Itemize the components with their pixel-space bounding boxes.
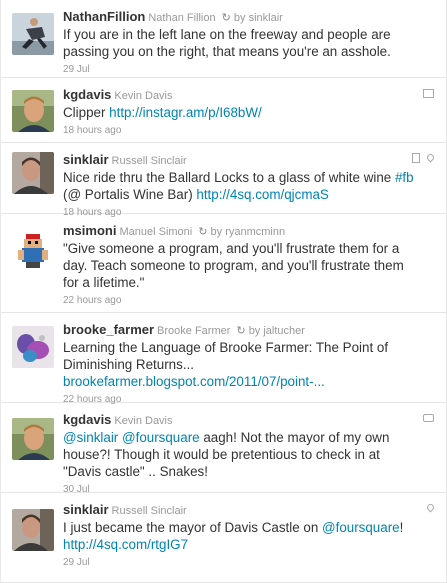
username-link[interactable]: kgdavis bbox=[63, 412, 111, 427]
tweet-header: kgdavis Kevin Davis bbox=[63, 412, 416, 429]
tweet-item[interactable]: sinklair Russell Sinclair I just became th… bbox=[1, 493, 446, 583]
retweeted-by-label[interactable]: by sinklair bbox=[234, 12, 283, 24]
tweet-header: kgdavis Kevin Davis bbox=[63, 87, 416, 104]
tweet-link[interactable]: #fb bbox=[395, 170, 414, 185]
avatar[interactable] bbox=[12, 90, 54, 132]
tweet-text: Learning the Language of Brooke Farmer: … bbox=[63, 340, 389, 389]
tweet-link[interactable]: @foursquare bbox=[122, 430, 200, 445]
retweeted-by-label[interactable]: by jaltucher bbox=[249, 325, 305, 337]
retweet-icon: ↻ bbox=[236, 325, 246, 337]
tweet-item[interactable]: brooke_farmer Brooke Farmer ↻ by jaltucher… bbox=[1, 313, 446, 405]
full-name: Manuel Simoni bbox=[119, 226, 193, 238]
timestamp[interactable]: 29 Jul bbox=[63, 556, 416, 570]
username-link[interactable]: sinklair bbox=[63, 152, 109, 167]
retweet-icon: ↻ bbox=[221, 12, 231, 24]
username-link[interactable]: msimoni bbox=[63, 223, 116, 238]
avatar[interactable] bbox=[12, 418, 54, 460]
tweet-link[interactable]: http://4sq.com/qjcmaS bbox=[196, 187, 328, 202]
location-pin-icon[interactable] bbox=[425, 152, 436, 163]
username-link[interactable]: sinklair bbox=[63, 502, 109, 517]
full-name: Kevin Davis bbox=[114, 90, 173, 102]
full-name: Russell Sinclair bbox=[111, 155, 187, 167]
tweet-item[interactable]: kgdavis Kevin Davis Clipper http://instagr… bbox=[1, 78, 446, 143]
avatar[interactable] bbox=[12, 152, 54, 194]
tweet-item[interactable]: sinklair Russell Sinclair Nice ride thru t… bbox=[1, 143, 446, 218]
retweet-icon: ↻ bbox=[198, 226, 208, 238]
document-icon[interactable] bbox=[412, 153, 420, 163]
tweet-link[interactable]: http://instagr.am/p/I68bW/ bbox=[109, 105, 262, 120]
tweet-text: @sinklair @foursquare aagh! Not the mayo… bbox=[63, 430, 390, 479]
tweet-link[interactable]: brookefarmer.blogspot.com/2011/07/point-… bbox=[63, 374, 325, 389]
avatar[interactable] bbox=[12, 509, 54, 551]
full-name: Russell Sinclair bbox=[111, 505, 187, 517]
tweet-actions bbox=[423, 88, 434, 98]
tweet-header: msimoni Manuel Simoni ↻ by ryanmcminn bbox=[63, 223, 416, 240]
full-name: Brooke Farmer bbox=[157, 325, 231, 337]
username-link[interactable]: NathanFillion bbox=[63, 9, 145, 24]
tweet-header: NathanFillion Nathan Fillion ↻ by sinklair bbox=[63, 9, 416, 26]
tweet-header: brooke_farmer Brooke Farmer ↻ by jaltucher bbox=[63, 322, 416, 339]
avatar[interactable] bbox=[12, 13, 54, 55]
timestamp[interactable]: 29 Jul bbox=[63, 63, 416, 77]
tweet-timeline: NathanFillion Nathan Fillion ↻ by sinklair… bbox=[0, 0, 447, 583]
tweet-item[interactable]: NathanFillion Nathan Fillion ↻ by sinklair… bbox=[1, 0, 446, 78]
retweeted-by-label[interactable]: by ryanmcminn bbox=[211, 226, 286, 238]
tweet-item[interactable]: kgdavis Kevin Davis @sinklair @foursquare … bbox=[1, 403, 446, 495]
media-icon[interactable] bbox=[423, 89, 434, 98]
tweet-text: Nice ride thru the Ballard Locks to a gl… bbox=[63, 170, 414, 202]
tweet-link[interactable]: http://4sq.com/rtgIG7 bbox=[63, 537, 188, 552]
tweet-header: sinklair Russell Sinclair bbox=[63, 152, 416, 169]
full-name: Kevin Davis bbox=[114, 415, 173, 427]
tweet-text: I just became the mayor of Davis Castle … bbox=[63, 520, 404, 552]
tweet-text: "Give someone a program, and you'll frus… bbox=[63, 241, 404, 290]
tweet-link[interactable]: @foursquare bbox=[322, 520, 400, 535]
avatar[interactable] bbox=[12, 326, 54, 368]
tweet-header: sinklair Russell Sinclair bbox=[63, 502, 416, 519]
full-name: Nathan Fillion bbox=[148, 12, 216, 24]
tweet-actions bbox=[425, 502, 436, 513]
tweet-actions bbox=[412, 152, 436, 163]
tweet-text: Clipper http://instagr.am/p/I68bW/ bbox=[63, 105, 262, 120]
location-pin-icon[interactable] bbox=[425, 502, 436, 513]
avatar[interactable] bbox=[12, 228, 54, 270]
username-link[interactable]: kgdavis bbox=[63, 87, 111, 102]
tweet-item[interactable]: msimoni Manuel Simoni ↻ by ryanmcminn "Give… bbox=[1, 214, 446, 313]
timestamp[interactable]: 22 hours ago bbox=[63, 294, 416, 308]
tweet-actions bbox=[423, 413, 434, 422]
tweet-link[interactable]: @sinklair bbox=[63, 430, 118, 445]
username-link[interactable]: brooke_farmer bbox=[63, 322, 154, 337]
reply-icon[interactable] bbox=[423, 414, 434, 422]
timestamp[interactable]: 18 hours ago bbox=[63, 124, 416, 138]
tweet-text: If you are in the left lane on the freew… bbox=[63, 27, 391, 59]
